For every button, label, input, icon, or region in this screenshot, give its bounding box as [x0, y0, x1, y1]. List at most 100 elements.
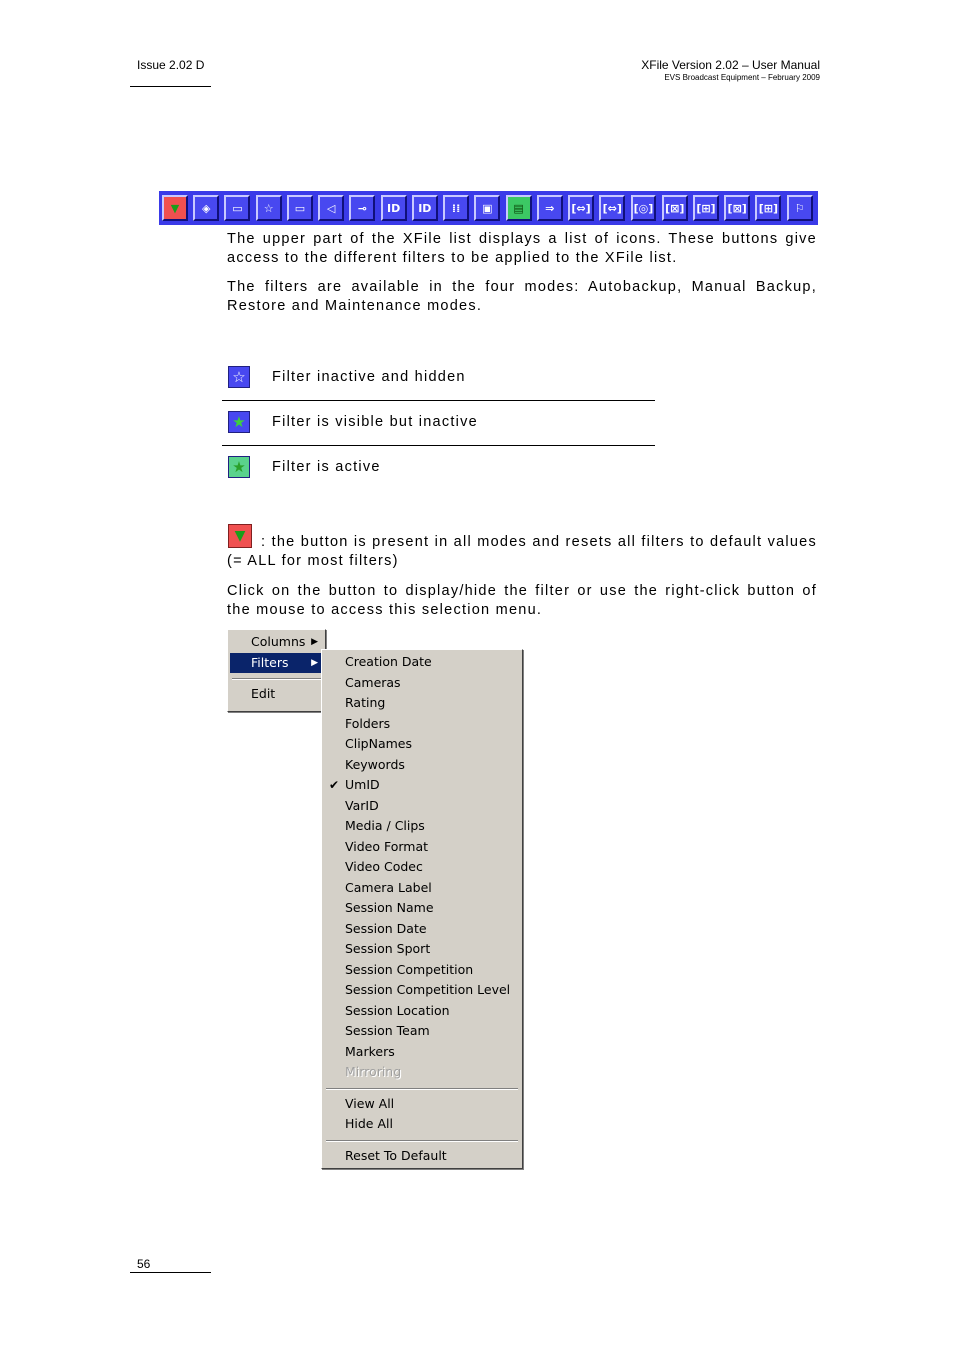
id-icon: ID	[418, 201, 432, 215]
toolbar-session-name-button[interactable]: [⇔]	[599, 195, 626, 221]
filter-option-label: UmID	[345, 777, 380, 792]
filter-option-label: Creation Date	[345, 654, 432, 669]
filter-option-camera-label[interactable]: Camera Label	[324, 878, 520, 899]
toolbar-video-format-button[interactable]: ▤	[505, 195, 532, 221]
legend-label: Filter is active	[272, 459, 381, 475]
star-green-icon: ★	[228, 411, 250, 433]
filter-option-rating[interactable]: Rating	[324, 693, 520, 714]
filter-option-label: Session Name	[345, 900, 434, 915]
toolbar-folder-button[interactable]: ▭	[224, 195, 251, 221]
camera-label-icon: [⇔]	[571, 201, 591, 215]
video-format-icon: ▤	[513, 201, 524, 215]
session-sport-icon: [⊠]	[665, 201, 685, 215]
grid-icon: ⁞⁞	[451, 201, 461, 215]
toolbar-session-team-button[interactable]: [⊞]	[755, 195, 782, 221]
session-competition-icon: [⊞]	[696, 201, 716, 215]
filter-option-varid[interactable]: VarID	[324, 796, 520, 817]
filter-option-video-format[interactable]: Video Format	[324, 837, 520, 858]
filter-option-label: View All	[345, 1095, 395, 1111]
filter-option-keywords[interactable]: Keywords	[324, 755, 520, 776]
toolbar-key-button[interactable]: ⊸	[349, 195, 376, 221]
filter-option-label: Video Format	[345, 838, 429, 854]
filter-option-reset-to-default[interactable]: Reset To Default	[324, 1146, 520, 1167]
menu-separator	[326, 1139, 518, 1142]
filter-option-label: Video Codec	[345, 859, 423, 874]
filter-option-session-team[interactable]: Session Team	[324, 1021, 520, 1042]
company-date: EVS Broadcast Equipment – February 2009	[664, 73, 820, 82]
filter-option-label: Session Team	[345, 1023, 430, 1038]
filter-option-folders[interactable]: Folders	[324, 714, 520, 735]
toolbar-filter-funnel-button[interactable]: ▼	[162, 195, 188, 221]
toolbar-session-location-button[interactable]: [⊠]	[724, 195, 751, 221]
id-icon: ID	[386, 201, 401, 215]
menu-item-label: Columns	[251, 634, 306, 649]
legend-row-hidden: ☆ Filter inactive and hidden	[222, 355, 655, 401]
intro-paragraph-2: The filters are available in the four mo…	[227, 279, 817, 314]
filter-option-cameras[interactable]: Cameras	[324, 673, 520, 694]
toolbar-star-button[interactable]: ☆	[255, 195, 282, 221]
filter-option-label: Session Date	[345, 920, 427, 936]
toolbar-session-sport-button[interactable]: [⊠]	[661, 195, 688, 221]
camera-icon: ◈	[201, 201, 211, 215]
folder-icon: ▭	[232, 201, 243, 215]
menu-item-filters[interactable]: Filters ▶	[230, 652, 323, 673]
filter-option-umid[interactable]: ✔ UmID	[324, 775, 520, 796]
filter-option-session-sport[interactable]: Session Sport	[324, 939, 520, 960]
toolbar-video-codec-button[interactable]: ⇒	[536, 195, 563, 221]
filter-option-label: ClipNames	[345, 736, 412, 751]
filter-option-hide-all[interactable]: Hide All	[324, 1114, 520, 1135]
toolbar-id-button[interactable]: ID	[380, 195, 407, 221]
toolbar-media-button[interactable]: ▣	[474, 195, 501, 221]
menu-item-columns[interactable]: Columns ▶	[230, 632, 323, 653]
legend-row-visible-inactive: ★ Filter is visible but inactive	[222, 400, 655, 446]
filter-option-label: Keywords	[345, 756, 405, 772]
toolbar-grid-button[interactable]: ⁞⁞	[443, 195, 470, 221]
filter-option-label: Markers	[345, 1043, 395, 1059]
menu-separator	[232, 678, 321, 680]
filter-option-label: Mirroring	[345, 1064, 402, 1079]
intro-paragraph-1: The upper part of the XFile list display…	[227, 231, 817, 266]
filter-option-label: Reset To Default	[345, 1147, 447, 1163]
legend-label: Filter inactive and hidden	[272, 369, 466, 385]
menu-item-label: Filters	[251, 654, 289, 670]
toolbar-session-date-button[interactable]: [◎]	[630, 195, 657, 221]
media-icon: ▣	[482, 201, 493, 215]
star-active-icon: ★	[228, 456, 250, 478]
toolbar-camera-button[interactable]: ◈	[193, 195, 220, 221]
filter-option-label: Session Sport	[345, 941, 431, 956]
filter-option-label: Cameras	[345, 674, 401, 690]
video-codec-icon: ⇒	[545, 201, 555, 215]
filter-option-mirroring: Mirroring	[324, 1062, 520, 1083]
filter-option-clipnames[interactable]: ClipNames	[324, 734, 520, 755]
session-name-icon: [⇔]	[602, 201, 622, 215]
filter-option-video-codec[interactable]: Video Codec	[324, 857, 520, 878]
filter-option-view-all[interactable]: View All	[324, 1094, 520, 1115]
submenu-arrow-icon: ▶	[311, 637, 318, 647]
filter-option-session-competition-level[interactable]: Session Competition Level	[324, 980, 520, 1001]
menu-separator	[326, 1087, 518, 1090]
filter-option-session-location[interactable]: Session Location	[324, 1001, 520, 1022]
filter-option-creation-date[interactable]: Creation Date	[324, 652, 520, 673]
filter-option-session-date[interactable]: Session Date	[324, 919, 520, 940]
toolbar-id-button[interactable]: ID	[411, 195, 438, 221]
session-team-icon: [⊞]	[758, 201, 779, 215]
reset-paragraph: : the button is present in all modes and…	[227, 534, 817, 569]
legend-row-active: ★ Filter is active	[222, 445, 655, 490]
folder-open-icon: ▭	[294, 201, 306, 215]
filter-option-media-clips[interactable]: Media / Clips	[324, 816, 520, 837]
filter-option-markers[interactable]: Markers	[324, 1042, 520, 1063]
toolbar-tag-button[interactable]: ◁	[318, 195, 345, 221]
toolbar-flag-button[interactable]: ⚐	[786, 195, 813, 221]
tag-icon: ◁	[326, 201, 336, 215]
session-location-icon: [⊠]	[727, 201, 747, 215]
legend-label: Filter is visible but inactive	[272, 414, 478, 430]
submenu-arrow-icon: ▶	[311, 657, 318, 668]
menu-item-edit[interactable]: Edit	[230, 684, 323, 705]
toolbar-session-competition-button[interactable]: [⊞]	[692, 195, 719, 221]
filter-option-session-competition[interactable]: Session Competition	[324, 960, 520, 981]
toolbar-camera-label-button[interactable]: [⇔]	[568, 195, 594, 221]
filter-option-label: Camera Label	[345, 879, 432, 895]
toolbar-folder-open-button[interactable]: ▭	[286, 195, 313, 221]
filter-option-session-name[interactable]: Session Name	[324, 898, 520, 919]
filter-option-label: Session Competition Level	[345, 982, 511, 997]
